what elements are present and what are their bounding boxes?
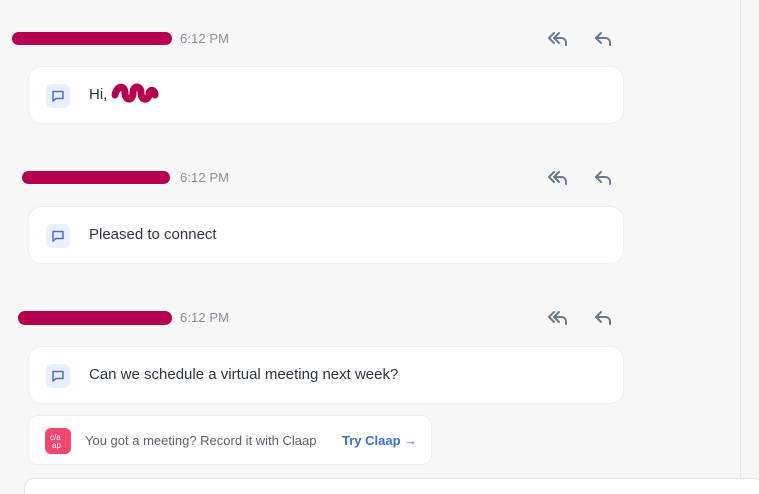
reply-icon — [595, 32, 611, 46]
reply-button[interactable] — [591, 166, 615, 190]
message-header: 6:12 PM — [0, 306, 640, 330]
claap-logo-icon: c/a ap — [45, 428, 71, 454]
try-claap-link[interactable]: Try Claap → — [342, 433, 417, 448]
message-timestamp: 6:12 PM — [180, 31, 230, 46]
redacted-sender-name — [22, 171, 170, 184]
chat-bubble-icon — [46, 84, 70, 108]
message-text: Pleased to connect — [89, 226, 217, 243]
reply-all-button[interactable] — [545, 27, 569, 51]
claap-promo-banner: c/a ap You got a meeting? Record it with… — [28, 415, 432, 465]
message-header: 6:12 PM — [0, 166, 640, 190]
reply-all-icon — [548, 311, 567, 325]
reply-all-icon — [548, 32, 567, 46]
chat-bubble-icon — [46, 364, 70, 388]
message-bubble: Can we schedule a virtual meeting next w… — [28, 346, 624, 404]
reply-icon — [595, 311, 611, 325]
redacted-sender-name — [12, 32, 172, 45]
reply-icon — [595, 171, 611, 185]
reply-all-button[interactable] — [545, 166, 569, 190]
message-composer[interactable] — [24, 478, 759, 494]
message-header: 6:12 PM — [0, 27, 640, 51]
reply-all-icon — [548, 171, 567, 185]
claap-promo-text: You got a meeting? Record it with Claap — [85, 433, 317, 448]
chat-bubble-icon — [46, 224, 70, 248]
message-bubble: Pleased to connect — [28, 206, 624, 264]
redacted-sender-name — [18, 311, 172, 325]
message-timestamp: 6:12 PM — [180, 310, 230, 325]
reply-button[interactable] — [591, 27, 615, 51]
message-timestamp: 6:12 PM — [180, 170, 230, 185]
reply-button[interactable] — [591, 306, 615, 330]
message-bubble: Hi, — [28, 66, 624, 124]
message-text: Can we schedule a virtual meeting next w… — [89, 366, 399, 383]
reply-all-button[interactable] — [545, 306, 569, 330]
message-text: Hi, — [89, 86, 108, 103]
svg-text:ap: ap — [52, 441, 61, 450]
conversation-view: 6:12 PM Hi, 6:12 PM Pleased to connect 6… — [0, 0, 759, 494]
redacted-recipient-name — [111, 83, 159, 103]
panel-divider — [740, 0, 741, 494]
